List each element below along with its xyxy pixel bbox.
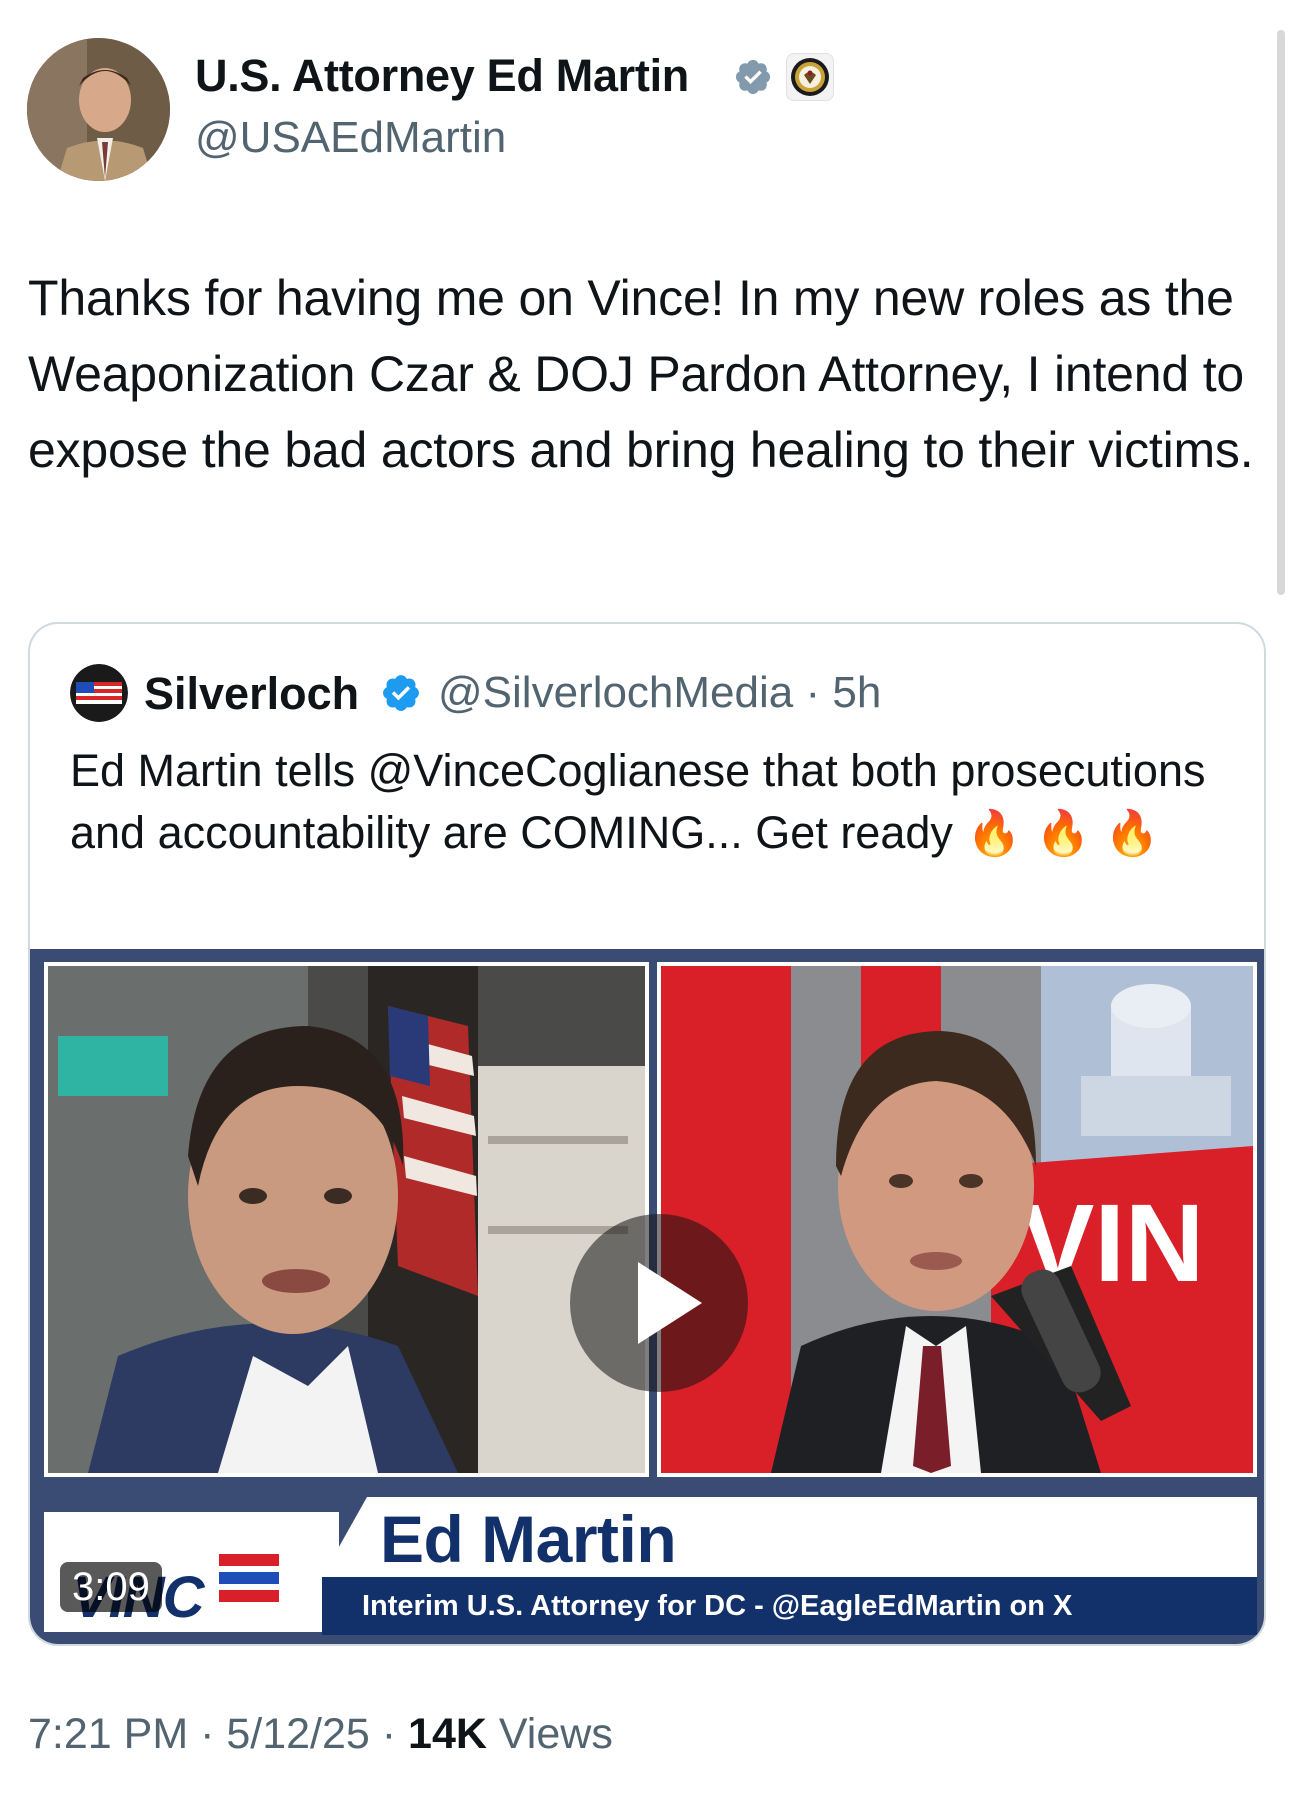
- lower-third-banner: VINC Ed Martin Interim U.S. Attorney for…: [44, 1497, 1257, 1635]
- video-player[interactable]: VIN Ed Martin Interim U.S. Attorney for …: [30, 949, 1264, 1644]
- guest-title: Interim U.S. Attorney for DC - @EagleEdM…: [362, 1590, 1073, 1622]
- host-video-frame: [48, 966, 645, 1473]
- separator-dot: ·: [369, 1710, 409, 1758]
- verified-badge-icon[interactable]: [380, 672, 422, 714]
- play-icon: [638, 1262, 702, 1344]
- author-display-name[interactable]: U.S. Attorney Ed Martin: [195, 50, 689, 102]
- government-seal-icon[interactable]: [786, 53, 834, 101]
- quoted-display-name[interactable]: Silverloch: [144, 668, 359, 720]
- guest-name: Ed Martin: [380, 1502, 677, 1576]
- separator-dot: ·: [188, 1710, 227, 1758]
- separator-dot: ·: [793, 668, 833, 717]
- quoted-handle-and-time[interactable]: @SilverlochMedia · 5h: [438, 668, 881, 718]
- avatar-photo: [27, 38, 170, 181]
- fire-emoji: 🔥: [966, 809, 1022, 858]
- fire-emoji: 🔥: [1104, 809, 1160, 858]
- quoted-time[interactable]: 5h: [832, 668, 881, 717]
- tweet-date[interactable]: 5/12/25: [226, 1710, 369, 1758]
- tweet-time[interactable]: 7:21 PM: [28, 1710, 188, 1758]
- host-video-panel: [44, 962, 649, 1477]
- tweet-metadata: 7:21 PM · 5/12/25 · 14K Views: [28, 1710, 613, 1759]
- verified-badge-icon[interactable]: [733, 57, 773, 97]
- quoted-tweet-card[interactable]: Silverloch @SilverlochMedia · 5h Ed Mart…: [28, 622, 1266, 1646]
- quoted-handle[interactable]: @SilverlochMedia: [438, 668, 793, 717]
- views-label: Views: [498, 1710, 613, 1758]
- guest-video-frame: VIN: [661, 966, 1253, 1473]
- fire-emoji: 🔥: [1035, 809, 1091, 858]
- quoted-avatar[interactable]: [70, 664, 128, 722]
- scrollbar[interactable]: [1277, 30, 1285, 595]
- play-button[interactable]: [570, 1214, 748, 1392]
- author-handle[interactable]: @USAEdMartin: [195, 113, 506, 163]
- author-avatar[interactable]: [27, 38, 170, 181]
- quoted-text: Ed Martin tells @VinceCoglianese that bo…: [70, 740, 1230, 865]
- views-count: 14K: [408, 1710, 487, 1758]
- tweet-text: Thanks for having me on Vince! In my new…: [28, 270, 1254, 478]
- silverloch-logo-icon: [70, 664, 128, 722]
- video-duration-badge: 3:09: [60, 1562, 162, 1612]
